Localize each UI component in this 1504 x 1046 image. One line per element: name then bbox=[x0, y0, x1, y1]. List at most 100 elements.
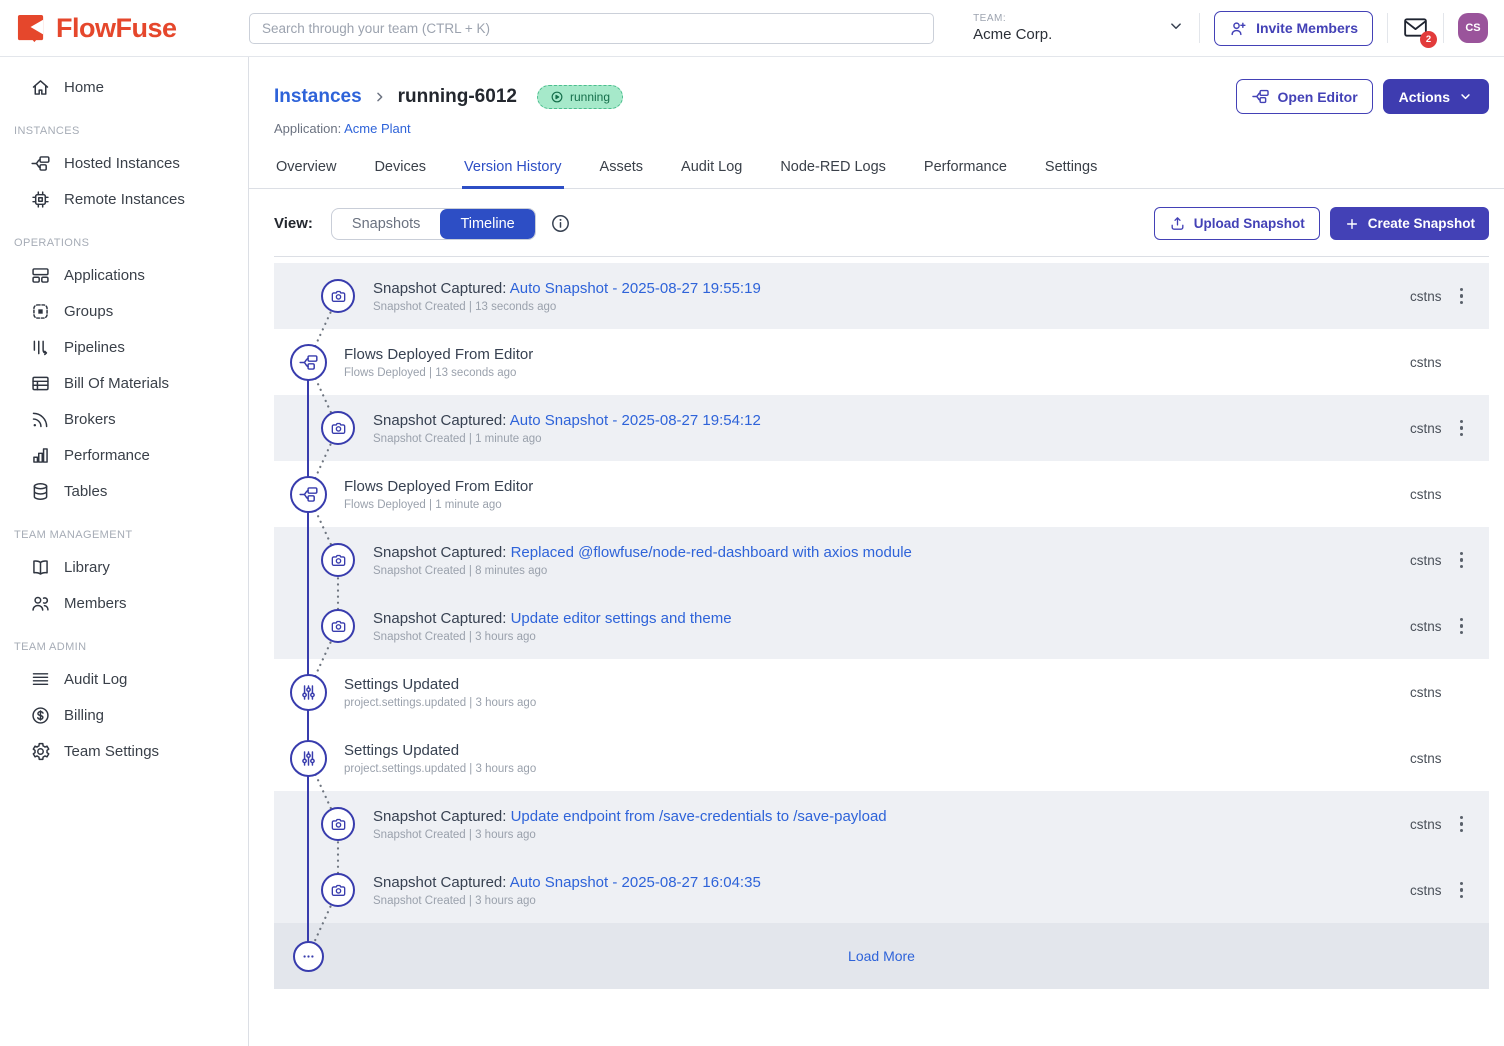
camera-icon bbox=[329, 419, 348, 438]
timeline-row-right: cstns bbox=[1410, 418, 1465, 439]
snapshot-title-prefix: Snapshot Captured: bbox=[373, 610, 511, 627]
status-badge: running bbox=[537, 85, 623, 109]
tab-assets[interactable]: Assets bbox=[598, 150, 646, 189]
timeline-row-texts: Settings Updatedproject.settings.updated… bbox=[344, 676, 536, 709]
timeline-row-texts: Snapshot Captured: Auto Snapshot - 2025-… bbox=[373, 874, 761, 907]
flowfuse-logo[interactable]: FlowFuse bbox=[16, 13, 249, 44]
snapshot-name-link[interactable]: Update endpoint from /save-credentials t… bbox=[511, 808, 887, 825]
sidebar-item-hosted-instances[interactable]: Hosted Instances bbox=[0, 145, 248, 181]
open-editor-button[interactable]: Open Editor bbox=[1236, 79, 1373, 114]
kebab-menu-icon[interactable] bbox=[1458, 286, 1466, 307]
plus-icon bbox=[1344, 216, 1360, 232]
kebab-menu-icon[interactable] bbox=[1458, 550, 1466, 571]
timeline-row-snapshot: Snapshot Captured: Auto Snapshot - 2025-… bbox=[274, 263, 1489, 329]
sidebar-item-members[interactable]: Members bbox=[0, 585, 248, 621]
sidebar-item-label: Home bbox=[64, 79, 104, 96]
sidebar-item-team-settings[interactable]: Team Settings bbox=[0, 733, 248, 769]
sidebar-item-applications[interactable]: Applications bbox=[0, 257, 248, 293]
bar-chart-icon bbox=[30, 445, 51, 466]
flows-icon bbox=[298, 484, 319, 505]
actions-button[interactable]: Actions bbox=[1383, 79, 1489, 114]
sidebar-item-billing[interactable]: Billing bbox=[0, 697, 248, 733]
toggle-snapshots[interactable]: Snapshots bbox=[332, 209, 441, 239]
team-selector[interactable]: TEAM: Acme Corp. bbox=[973, 13, 1185, 43]
load-more-link[interactable]: Load More bbox=[848, 948, 915, 964]
divider bbox=[1387, 13, 1388, 43]
timeline-row-right: cstns bbox=[1410, 880, 1465, 901]
search-input[interactable] bbox=[249, 13, 934, 44]
sidebar-item-library[interactable]: Library bbox=[0, 549, 248, 585]
kebab-menu-icon[interactable] bbox=[1458, 418, 1466, 439]
sidebar-item-bill-of-materials[interactable]: Bill Of Materials bbox=[0, 365, 248, 401]
applications-icon bbox=[30, 265, 51, 286]
tab-node-red-logs[interactable]: Node-RED Logs bbox=[778, 150, 888, 189]
tab-devices[interactable]: Devices bbox=[372, 150, 428, 189]
timeline-row-snapshot: Snapshot Captured: Auto Snapshot - 2025-… bbox=[274, 395, 1489, 461]
sidebar-item-home[interactable]: Home bbox=[0, 69, 248, 105]
sliders-icon bbox=[298, 748, 319, 769]
sidebar-item-pipelines[interactable]: Pipelines bbox=[0, 329, 248, 365]
sidebar-item-brokers[interactable]: Brokers bbox=[0, 401, 248, 437]
snapshot-name-link[interactable]: Update editor settings and theme bbox=[511, 610, 732, 627]
kebab-menu-icon[interactable] bbox=[1458, 814, 1466, 835]
snapshot-name-link[interactable]: Auto Snapshot - 2025-08-27 19:54:12 bbox=[510, 412, 761, 429]
timeline-row-right: cstns bbox=[1410, 352, 1465, 373]
load-more-row: Load More bbox=[274, 923, 1489, 989]
snapshot-title: Snapshot Captured: Update editor setting… bbox=[373, 610, 732, 627]
timeline-row-right: cstns bbox=[1410, 814, 1465, 835]
row-user: cstns bbox=[1410, 619, 1442, 634]
kebab-menu-icon[interactable] bbox=[1458, 880, 1466, 901]
tab-version-history[interactable]: Version History bbox=[462, 150, 564, 189]
tab-overview[interactable]: Overview bbox=[274, 150, 338, 189]
camera-icon bbox=[329, 881, 348, 900]
invite-members-button[interactable]: Invite Members bbox=[1214, 11, 1373, 46]
upload-snapshot-button[interactable]: Upload Snapshot bbox=[1154, 207, 1320, 240]
sidebar-item-tables[interactable]: Tables bbox=[0, 473, 248, 509]
sidebar-item-groups[interactable]: Groups bbox=[0, 293, 248, 329]
sidebar-item-audit-log[interactable]: Audit Log bbox=[0, 661, 248, 697]
timeline-row-texts: Flows Deployed From EditorFlows Deployed… bbox=[344, 346, 533, 379]
application-link[interactable]: Acme Plant bbox=[344, 121, 410, 136]
app-root: FlowFuse TEAM: Acme Corp. Invite Members bbox=[0, 0, 1504, 1046]
breadcrumb-instances-link[interactable]: Instances bbox=[274, 86, 362, 108]
sidebar-item-label: Members bbox=[64, 595, 127, 612]
flows-timeline-node bbox=[290, 476, 327, 513]
tab-audit-log[interactable]: Audit Log bbox=[679, 150, 744, 189]
avatar[interactable]: CS bbox=[1458, 13, 1488, 43]
create-snapshot-button[interactable]: Create Snapshot bbox=[1330, 207, 1489, 240]
timeline-row-meta: Snapshot Created | 8 minutes ago bbox=[373, 565, 912, 577]
home-icon bbox=[30, 77, 51, 98]
divider bbox=[1443, 13, 1444, 43]
row-user: cstns bbox=[1410, 817, 1442, 832]
timeline-row-right: cstns bbox=[1410, 616, 1465, 637]
sidebar-item-label: Library bbox=[64, 559, 110, 576]
tab-performance[interactable]: Performance bbox=[922, 150, 1009, 189]
pipelines-icon bbox=[30, 337, 51, 358]
timeline-row-right: cstns bbox=[1410, 682, 1465, 703]
row-user: cstns bbox=[1410, 685, 1442, 700]
timeline-row-meta: Snapshot Created | 1 minute ago bbox=[373, 433, 761, 445]
page-title: running-6012 bbox=[398, 86, 517, 108]
upload-icon bbox=[1169, 215, 1186, 232]
sidebar-item-performance[interactable]: Performance bbox=[0, 437, 248, 473]
info-icon[interactable] bbox=[550, 213, 571, 234]
row-user: cstns bbox=[1410, 553, 1442, 568]
notifications-button[interactable]: 2 bbox=[1402, 16, 1429, 40]
gear-icon bbox=[30, 741, 51, 762]
snapshot-name-link[interactable]: Auto Snapshot - 2025-08-27 19:55:19 bbox=[510, 280, 761, 297]
snapshot-name-link[interactable]: Replaced @flowfuse/node-red-dashboard wi… bbox=[511, 544, 912, 561]
snapshot-title-prefix: Snapshot Captured: bbox=[373, 544, 511, 561]
timeline-row-meta: Snapshot Created | 3 hours ago bbox=[373, 829, 887, 841]
sidebar-item-remote-instances[interactable]: Remote Instances bbox=[0, 181, 248, 217]
row-user: cstns bbox=[1410, 421, 1442, 436]
timeline-row-right: cstns bbox=[1410, 550, 1465, 571]
toggle-timeline[interactable]: Timeline bbox=[440, 209, 534, 239]
row-user: cstns bbox=[1410, 883, 1442, 898]
sliders-timeline-node bbox=[290, 674, 327, 711]
snapshot-name-link[interactable]: Auto Snapshot - 2025-08-27 16:04:35 bbox=[510, 874, 761, 891]
kebab-menu-icon[interactable] bbox=[1458, 616, 1466, 637]
sidebar-section-header-team-management: TEAM MANAGEMENT bbox=[14, 529, 248, 541]
timeline-row-meta: Snapshot Created | 13 seconds ago bbox=[373, 301, 761, 313]
top-bar: FlowFuse TEAM: Acme Corp. Invite Members bbox=[0, 0, 1504, 57]
tab-settings[interactable]: Settings bbox=[1043, 150, 1099, 189]
